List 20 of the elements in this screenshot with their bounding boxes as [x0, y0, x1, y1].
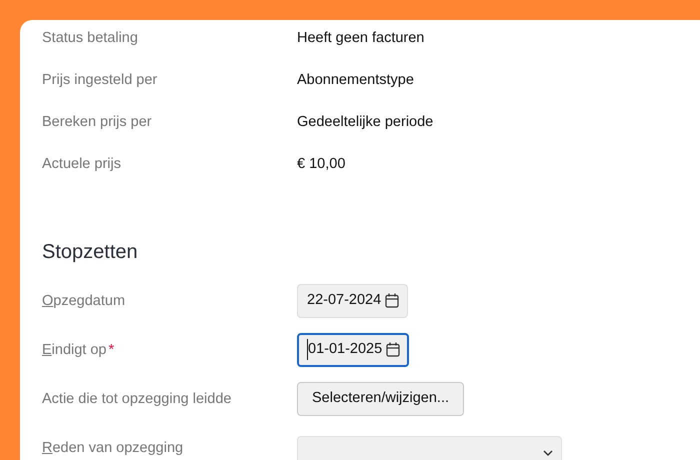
required-mark: *	[108, 340, 114, 360]
detail-label: Status betaling	[42, 29, 139, 48]
select-change-button[interactable]: Selecteren/wijzigen...	[297, 382, 464, 416]
date-field[interactable]: 01-01-2025	[297, 332, 410, 366]
chevron-down-icon	[543, 450, 553, 456]
detail-label: Bereken prijs per	[42, 113, 153, 132]
detail-value: Heeft geen facturen	[297, 29, 424, 48]
calendar-icon[interactable]	[385, 293, 400, 308]
field-label: Eindigt op	[42, 340, 106, 360]
detail-label: Prijs ingesteld per	[42, 71, 158, 90]
field-label: Reden van opzegging	[42, 438, 184, 458]
date-field[interactable]: 22-07-2024	[297, 284, 408, 318]
detail-value: € 10,00	[297, 155, 346, 174]
detail-value: Gedeeltelijke periode	[297, 113, 434, 132]
detail-label: Actuele prijs	[42, 155, 122, 174]
section-title: Stopzetten	[42, 240, 139, 264]
field-label: Actie die tot opzegging leidde	[42, 390, 232, 409]
calendar-icon[interactable]	[386, 342, 400, 357]
detail-value: Abonnementstype	[297, 71, 414, 90]
field-label: Opzegdatum	[42, 292, 126, 311]
